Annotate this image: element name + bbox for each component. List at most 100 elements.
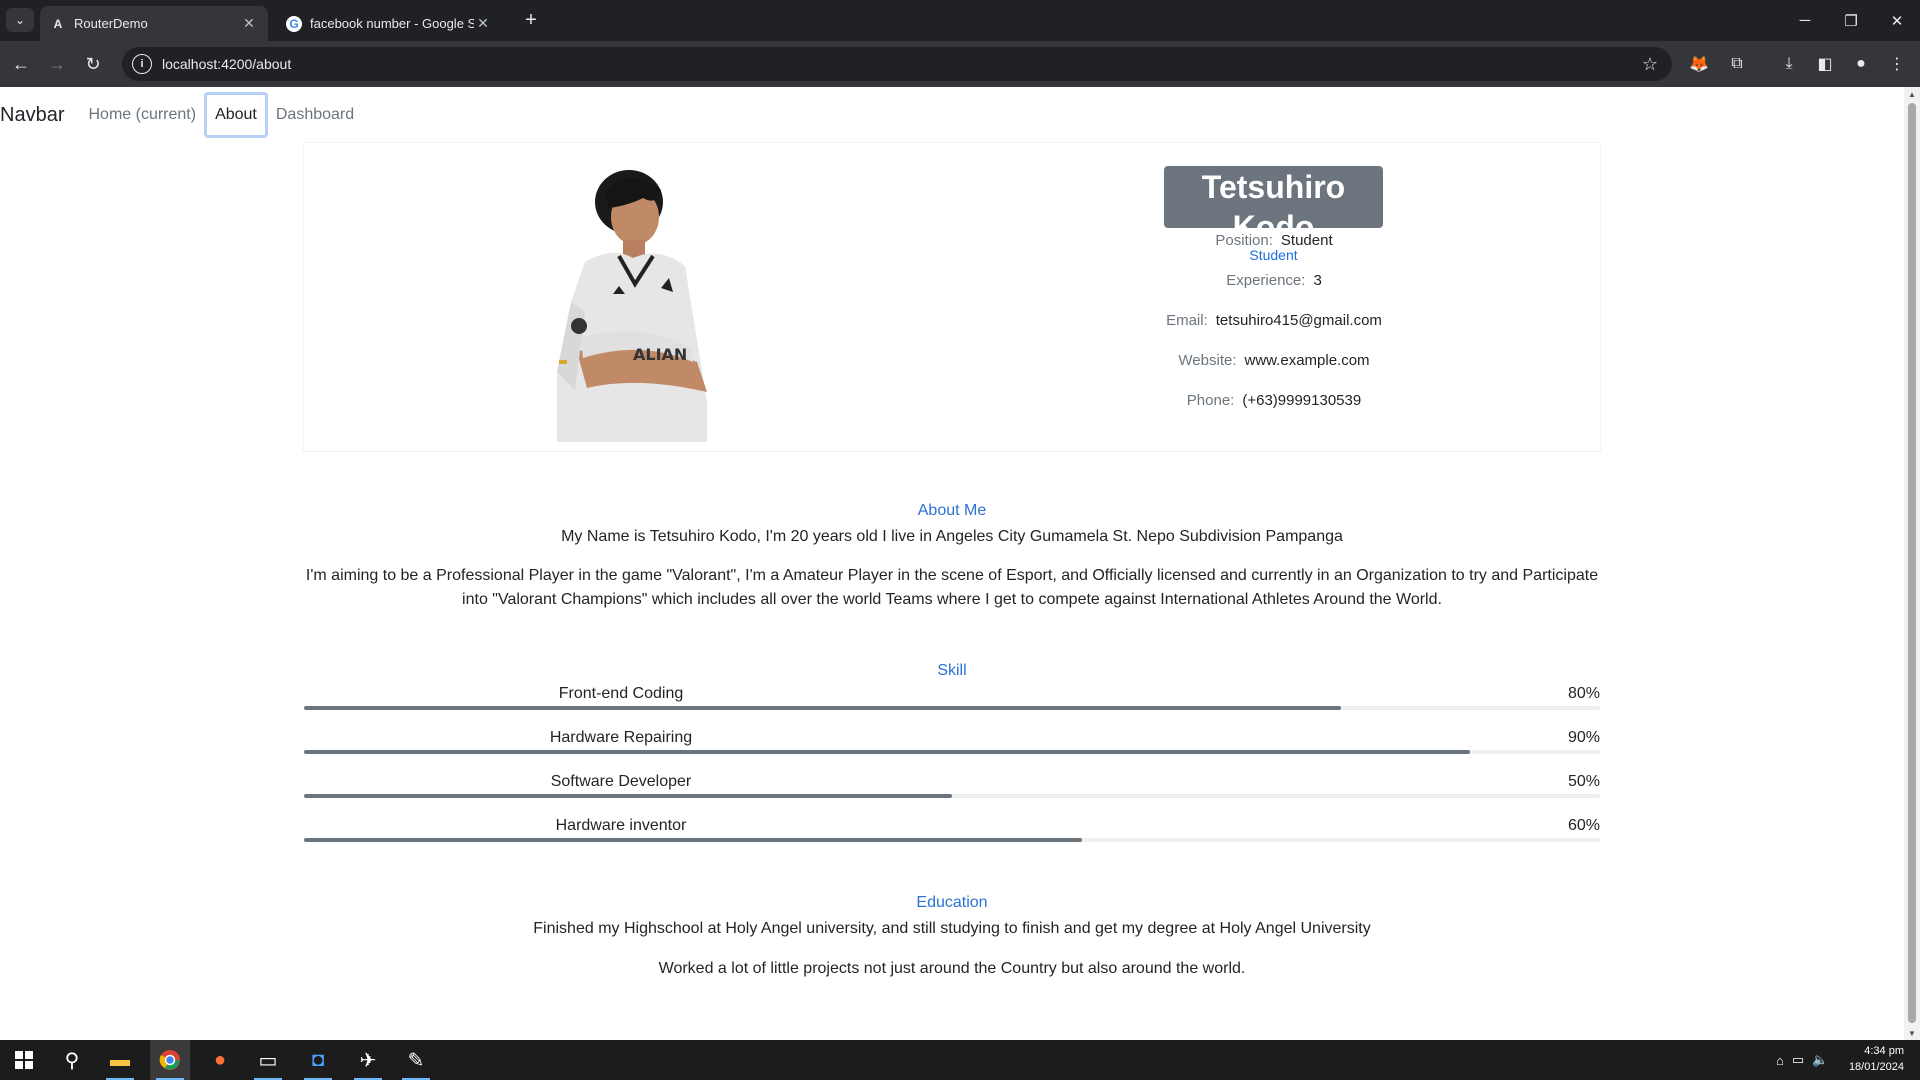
site-info-icon[interactable]: i — [132, 54, 152, 74]
forward-arrow-icon[interactable]: → — [44, 51, 70, 77]
skill-progress-track — [304, 750, 1600, 754]
chrome-icon[interactable] — [150, 1040, 190, 1080]
side-panel-icon[interactable]: ◧ — [1814, 53, 1836, 75]
tab-title: facebook number - Google Sea — [310, 16, 474, 31]
address-bar[interactable]: i localhost:4200/about ☆ — [122, 47, 1672, 81]
scroll-up-arrow-icon[interactable]: ▲ — [1904, 87, 1920, 101]
info-value: tetsuhiro415@gmail.com — [1215, 312, 1382, 329]
info-value: www.example.com — [1244, 352, 1370, 369]
skill-percent: 90% — [1567, 729, 1600, 746]
metamask-extension-icon[interactable]: 🦊 — [1688, 53, 1710, 75]
about-me-goal: I'm aiming to be a Professional Player i… — [305, 567, 1599, 608]
scrollbar-thumb[interactable] — [1908, 103, 1916, 1023]
browser-toolbar: ← → ↻ i localhost:4200/about ☆ 🦊 ⧉ ⤓ ◧ ●… — [0, 41, 1920, 87]
education-heading: Education — [916, 894, 988, 911]
page-viewport: Navbar Home (current) About Dashboard AL… — [0, 87, 1920, 1040]
search-icon[interactable]: ⚲ — [52, 1040, 92, 1080]
display-icon[interactable]: ▭ — [1792, 1052, 1804, 1068]
app-icon[interactable]: ✎ — [396, 1040, 436, 1080]
close-tab-icon[interactable]: ✕ — [474, 15, 492, 33]
nav-link-about[interactable]: About — [204, 92, 268, 138]
navbar-brand[interactable]: Navbar — [0, 104, 64, 127]
skill-progress-track — [304, 838, 1600, 842]
skill-progress-fill — [304, 750, 1471, 754]
info-label: Experience: — [1226, 272, 1306, 289]
minimize-button[interactable]: ─ — [1782, 0, 1828, 41]
app-icon[interactable]: ◘ — [298, 1040, 338, 1080]
close-tab-icon[interactable]: ✕ — [240, 15, 258, 33]
scroll-down-arrow-icon[interactable]: ▼ — [1904, 1026, 1920, 1040]
tab-google-search[interactable]: G facebook number - Google Sea ✕ — [276, 6, 502, 41]
skill-row: Software Developer 50% — [304, 773, 1600, 803]
tab-strip: ⌄ A RouterDemo ✕ G facebook number - Goo… — [0, 0, 1920, 41]
bookmark-star-icon[interactable]: ☆ — [1642, 54, 1658, 75]
skill-progress-fill — [304, 794, 952, 798]
info-row-position: Position: Student — [1000, 232, 1548, 249]
url-text[interactable]: localhost:4200/about — [162, 56, 291, 72]
profile-avatar-icon[interactable]: ● — [1850, 53, 1872, 75]
skill-progress-track — [304, 706, 1600, 710]
skill-progress-fill — [304, 706, 1341, 710]
skill-row: Hardware Repairing 90% — [304, 729, 1600, 759]
about-me-intro: My Name is Tetsuhiro Kodo, I'm 20 years … — [561, 528, 1343, 545]
system-clock[interactable]: 4:34 pm 18/01/2024 — [1849, 1043, 1904, 1075]
back-arrow-icon[interactable]: ← — [8, 51, 34, 77]
skill-progress-track — [304, 794, 1600, 798]
windows-start-icon[interactable] — [4, 1040, 44, 1080]
skill-progress-fill — [304, 838, 1082, 842]
education-text: Finished my Highschool at Holy Angel uni… — [533, 920, 1371, 937]
page-scrollbar[interactable]: ▲ ▼ — [1904, 87, 1920, 1040]
more-menu-icon[interactable]: ⋮ — [1886, 53, 1908, 75]
new-tab-button[interactable]: + — [520, 9, 542, 31]
skill-percent: 80% — [1567, 685, 1600, 702]
info-label: Position: — [1215, 232, 1273, 249]
skill-percent: 50% — [1567, 773, 1600, 790]
system-tray: ⌂ ▭ 🔈 — [1776, 1040, 1836, 1080]
navbar: Navbar Home (current) About Dashboard — [0, 87, 362, 143]
about-me-heading: About Me — [917, 502, 987, 519]
google-favicon-icon: G — [286, 15, 302, 32]
profile-photo: ALIAN — [557, 170, 707, 442]
close-window-button[interactable]: ✕ — [1874, 0, 1920, 41]
info-label: Phone: — [1186, 392, 1235, 409]
skill-name: Software Developer — [550, 773, 692, 790]
info-row-email: Email: tetsuhiro415@gmail.com — [1000, 312, 1548, 329]
network-icon[interactable]: ⌂ — [1776, 1053, 1784, 1068]
info-value: 3 — [1313, 272, 1322, 289]
nav-link-dashboard[interactable]: Dashboard — [268, 98, 362, 132]
terminal-icon[interactable]: ▭ — [248, 1040, 288, 1080]
download-icon[interactable]: ⤓ — [1778, 53, 1800, 75]
angular-favicon-icon: A — [53, 16, 63, 31]
info-row-website: Website: www.example.com — [1000, 352, 1548, 369]
skill-name: Hardware Repairing — [549, 729, 693, 746]
skill-heading: Skill — [937, 662, 967, 679]
profile-name-box: Tetsuhiro Kodo Student — [1164, 166, 1383, 263]
info-value: Student — [1280, 232, 1333, 249]
info-value: (+63)9999130539 — [1242, 392, 1362, 409]
info-row-phone: Phone: (+63)9999130539 — [1000, 392, 1548, 409]
skill-name: Front-end Coding — [558, 685, 684, 702]
profile-role: Student — [1249, 247, 1298, 263]
restore-button[interactable]: ❐ — [1828, 0, 1874, 41]
firefox-icon[interactable]: ● — [200, 1040, 240, 1080]
skill-row: Front-end Coding 80% — [304, 685, 1600, 715]
file-explorer-icon[interactable]: ▬ — [100, 1040, 140, 1080]
volume-icon[interactable]: 🔈 — [1812, 1052, 1828, 1068]
projects-text: Worked a lot of little projects not just… — [658, 960, 1246, 977]
info-label: Email: — [1166, 312, 1208, 329]
skill-name: Hardware inventor — [555, 817, 687, 834]
info-label: Website: — [1178, 352, 1237, 369]
reload-icon[interactable]: ↻ — [80, 51, 106, 77]
nav-link-home[interactable]: Home (current) — [80, 98, 204, 132]
extensions-puzzle-icon[interactable]: ⧉ — [1726, 53, 1748, 75]
skill-row: Hardware inventor 60% — [304, 817, 1600, 847]
tab-search-button[interactable]: ⌄ — [6, 8, 34, 32]
clock-time: 4:34 pm — [1864, 1045, 1904, 1057]
skill-percent: 60% — [1567, 817, 1600, 834]
tab-title: RouterDemo — [74, 16, 148, 31]
svg-text:ALIAN: ALIAN — [633, 345, 687, 364]
info-row-experience: Experience: 3 — [1000, 272, 1548, 289]
app-icon[interactable]: ✈ — [348, 1040, 388, 1080]
tab-routerdemo[interactable]: A RouterDemo ✕ — [40, 6, 268, 41]
clock-date: 18/01/2024 — [1848, 1061, 1904, 1073]
